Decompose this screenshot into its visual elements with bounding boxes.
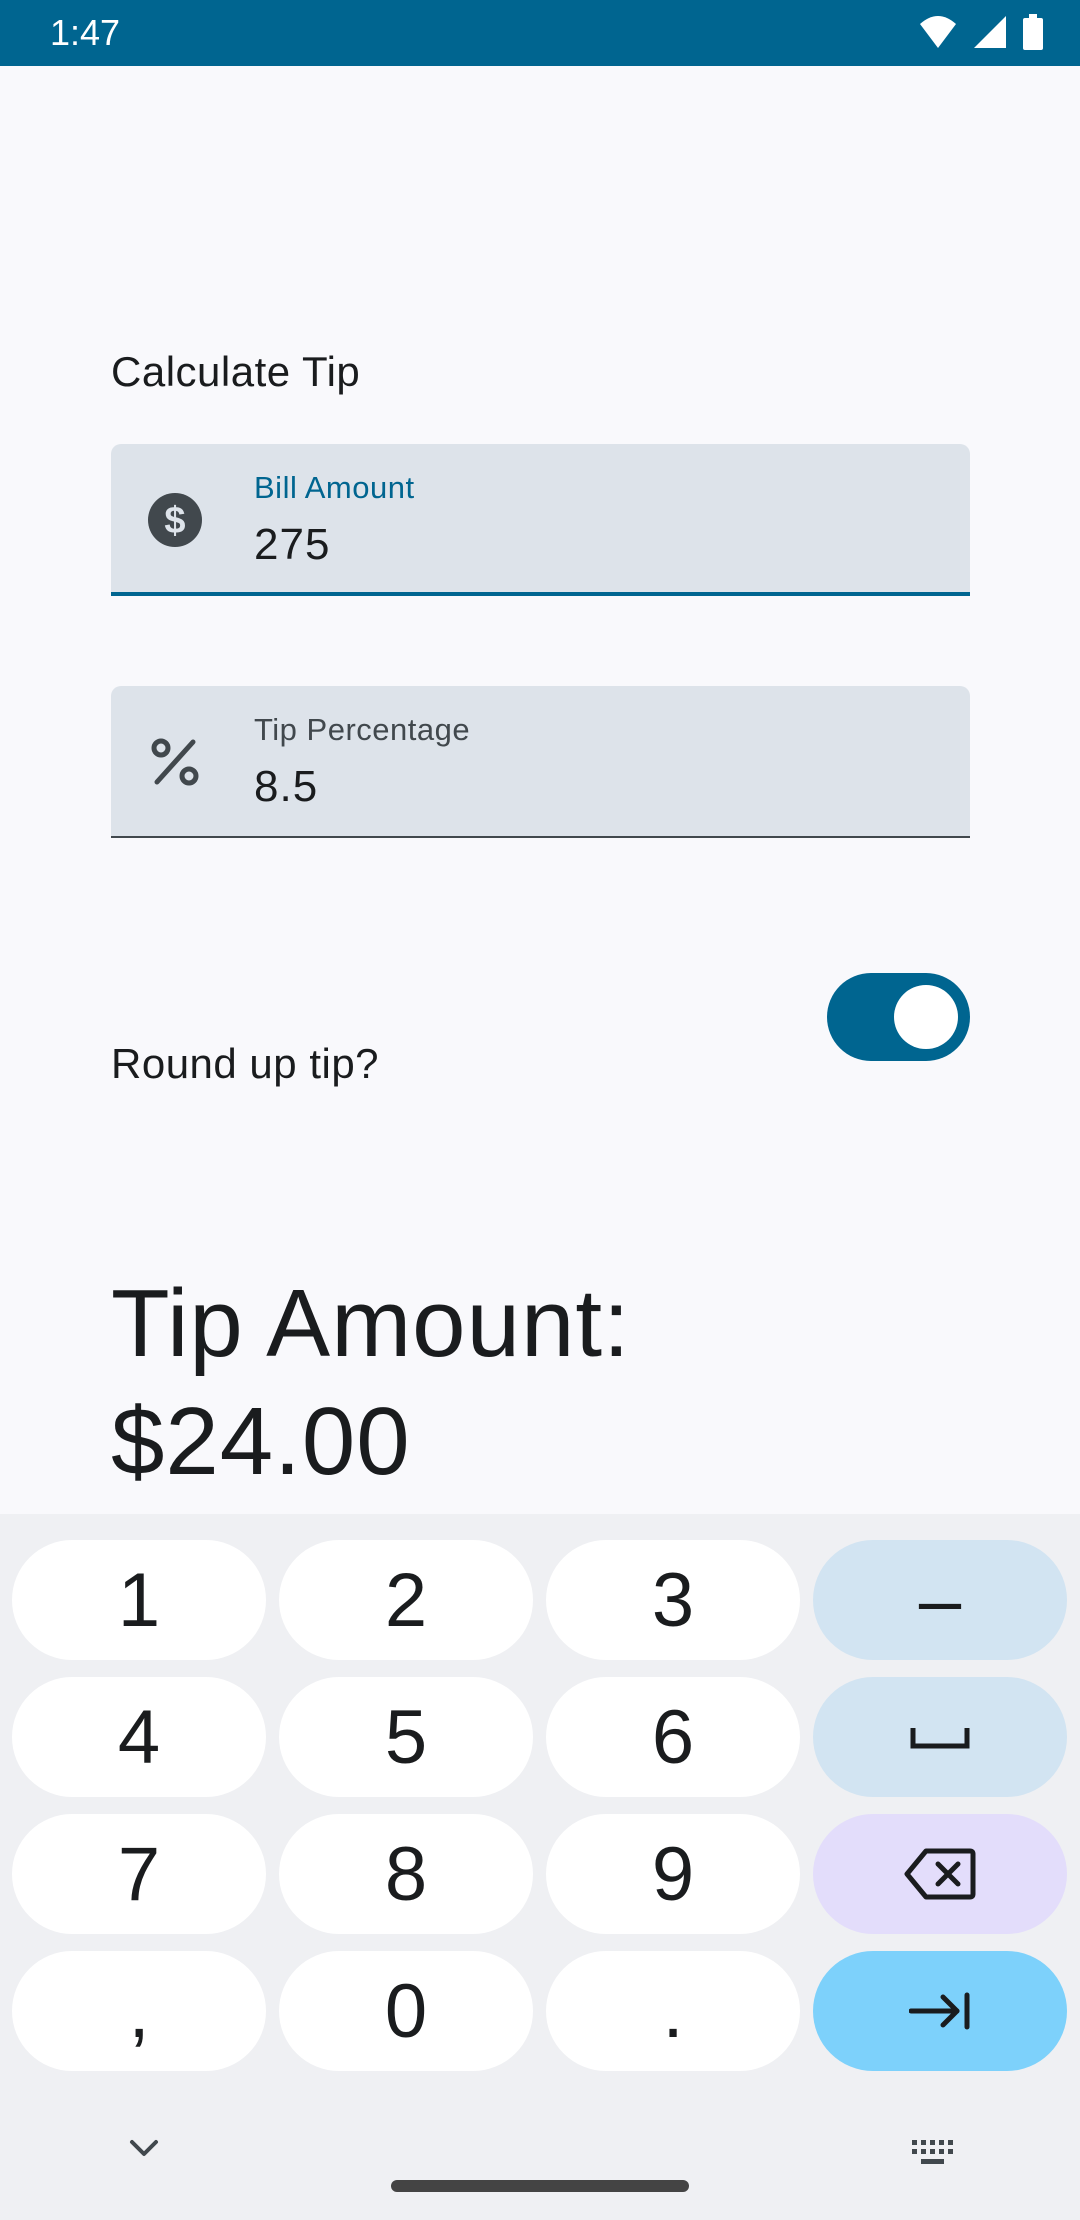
tip-amount-value: $24.00 <box>111 1388 411 1495</box>
key-1[interactable]: 1 <box>12 1540 266 1660</box>
bill-amount-underline <box>111 592 970 596</box>
tip-percentage-underline <box>111 836 970 838</box>
dollar-icon: $ <box>147 492 203 548</box>
bill-amount-field[interactable]: $ Bill Amount 275 <box>111 444 970 596</box>
key-9[interactable]: 9 <box>546 1814 800 1934</box>
key-2[interactable]: 2 <box>279 1540 533 1660</box>
tip-amount-result: Tip Amount: $24.00 <box>111 1265 1011 1501</box>
key-3[interactable]: 3 <box>546 1540 800 1660</box>
key-minus[interactable]: – <box>813 1540 1067 1660</box>
hide-keyboard-button[interactable] <box>124 2134 164 2167</box>
signal-icon <box>974 16 1006 48</box>
tip-percentage-input[interactable]: 8.5 <box>254 762 318 812</box>
tab-enter-icon <box>909 1992 970 2030</box>
tip-percentage-field[interactable]: Tip Percentage 8.5 <box>111 686 970 838</box>
tip-percentage-label: Tip Percentage <box>254 712 471 747</box>
key-comma[interactable]: , <box>12 1951 266 2071</box>
percent-icon <box>147 734 203 790</box>
tip-amount-label: Tip Amount: <box>111 1270 631 1377</box>
key-7[interactable]: 7 <box>12 1814 266 1934</box>
status-bar: 1:47 <box>0 0 1080 66</box>
key-8[interactable]: 8 <box>279 1814 533 1934</box>
status-time: 1:47 <box>50 12 121 53</box>
battery-icon <box>1023 14 1043 50</box>
backspace-icon <box>904 1848 976 1900</box>
key-next[interactable] <box>813 1951 1067 2071</box>
home-indicator[interactable] <box>391 2180 689 2192</box>
wifi-icon <box>920 16 956 48</box>
key-5[interactable]: 5 <box>279 1677 533 1797</box>
round-up-switch[interactable] <box>827 973 970 1061</box>
key-4[interactable]: 4 <box>12 1677 266 1797</box>
status-icons <box>918 14 1044 50</box>
keyboard-switch-button[interactable] <box>910 2138 956 2173</box>
page-title: Calculate Tip <box>111 348 361 395</box>
numeric-keyboard: 1 2 3 – 4 5 6 7 8 9 , 0 . <box>0 1514 1080 2220</box>
bill-amount-input[interactable]: 275 <box>254 520 330 570</box>
key-backspace[interactable] <box>813 1814 1067 1934</box>
round-up-label: Round up tip? <box>111 1040 380 1087</box>
keyboard-icon <box>912 2140 953 2164</box>
key-6[interactable]: 6 <box>546 1677 800 1797</box>
key-period[interactable]: . <box>546 1951 800 2071</box>
svg-text:$: $ <box>164 500 185 542</box>
bill-amount-label: Bill Amount <box>254 470 415 505</box>
switch-knob <box>894 985 958 1049</box>
key-space[interactable] <box>813 1677 1067 1797</box>
space-icon <box>910 1728 970 1749</box>
key-0[interactable]: 0 <box>279 1951 533 2071</box>
chevron-down-icon <box>130 2140 158 2156</box>
